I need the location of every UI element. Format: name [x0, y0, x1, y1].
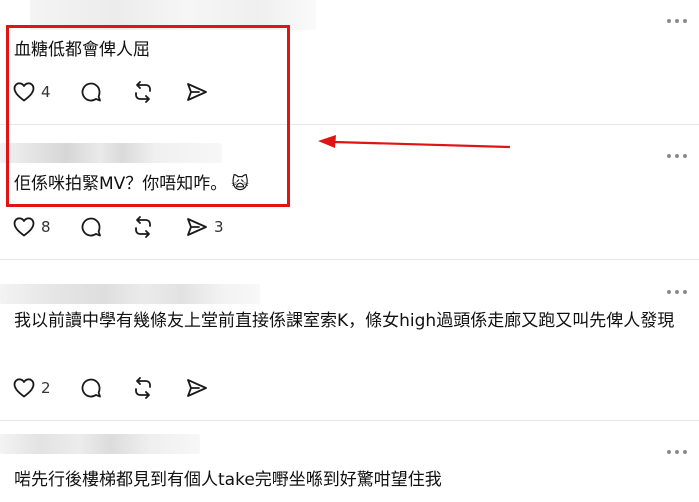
- username-blurred: [0, 434, 200, 454]
- comment-icon: [81, 378, 101, 398]
- more-options-icon[interactable]: [667, 151, 687, 161]
- annotation-arrow-icon: [318, 135, 511, 149]
- heart-icon: [13, 217, 35, 237]
- post-text: 我以前讀中學有幾條友上堂前直接係課室索K，條女high過頭係走廊又跑又叫先俾人發…: [14, 311, 675, 331]
- share-button[interactable]: 3: [185, 215, 224, 239]
- comment-button[interactable]: [79, 376, 103, 400]
- comment-button[interactable]: [79, 215, 103, 239]
- highlight-box: [6, 25, 290, 207]
- username-blurred: [0, 284, 260, 304]
- more-options-icon[interactable]: [667, 447, 687, 457]
- more-options-icon[interactable]: [667, 16, 687, 26]
- like-button[interactable]: 2: [12, 376, 51, 400]
- share-button[interactable]: [185, 376, 209, 400]
- heart-icon: [13, 378, 35, 398]
- post-text: 啱先行後樓梯都見到有個人take完嘢坐喺到好驚咁望住我: [14, 470, 442, 490]
- more-options-icon[interactable]: [667, 287, 687, 297]
- repost-icon: [135, 377, 151, 399]
- comment-icon: [81, 217, 101, 237]
- repost-button[interactable]: [131, 376, 155, 400]
- like-count: 8: [41, 218, 51, 236]
- repost-icon: [135, 216, 151, 238]
- share-count: 3: [214, 218, 224, 236]
- post-divider: [0, 420, 699, 421]
- repost-button[interactable]: [131, 215, 155, 239]
- share-icon: [187, 379, 207, 397]
- share-icon: [187, 218, 207, 236]
- post-divider: [0, 259, 699, 260]
- like-count: 2: [41, 379, 51, 397]
- like-button[interactable]: 8: [12, 215, 51, 239]
